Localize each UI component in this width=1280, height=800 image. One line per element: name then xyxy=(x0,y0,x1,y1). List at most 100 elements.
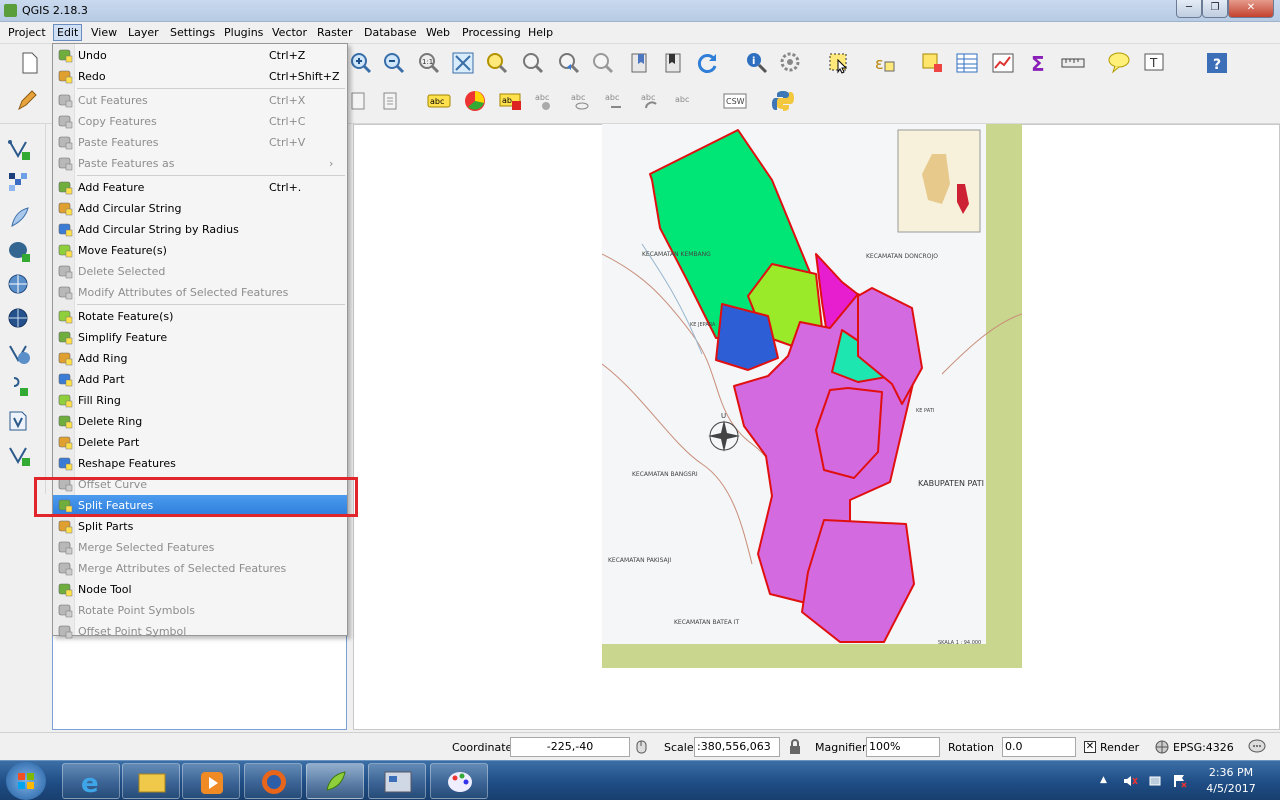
menu-plugins[interactable]: Plugins xyxy=(220,26,267,39)
new-project-icon[interactable] xyxy=(16,50,42,76)
add-vector-layer-icon[interactable] xyxy=(6,136,32,162)
crs-label[interactable]: EPSG:4326 xyxy=(1173,741,1234,754)
taskbar-media-icon[interactable] xyxy=(182,763,240,799)
add-wms-icon[interactable] xyxy=(6,272,32,298)
help-icon[interactable]: ? xyxy=(1204,50,1230,76)
tray-arrow-icon[interactable]: ▲ xyxy=(1100,775,1107,785)
copy-style-icon[interactable] xyxy=(346,88,372,114)
text-annotation-icon[interactable]: T xyxy=(1142,50,1168,76)
menu-vector[interactable]: Vector xyxy=(268,26,311,39)
csw-icon[interactable]: CSW xyxy=(722,88,748,114)
menu-item-node-tool[interactable]: Node Tool xyxy=(53,579,347,599)
statistics-icon[interactable] xyxy=(990,50,1016,76)
menu-item-undo[interactable]: Undo Ctrl+Z xyxy=(53,45,347,65)
select-expression-icon[interactable]: ε xyxy=(872,50,898,76)
action-icon[interactable] xyxy=(778,50,804,76)
menu-item-modify-attributes-of-selected-features[interactable]: Modify Attributes of Selected Features xyxy=(53,282,347,302)
taskbar-qgis-icon[interactable] xyxy=(306,763,364,799)
change-label-icon[interactable]: abc xyxy=(672,88,698,114)
menu-database[interactable]: Database xyxy=(360,26,421,39)
menu-raster[interactable]: Raster xyxy=(313,26,356,39)
menu-view[interactable]: View xyxy=(87,26,121,39)
menu-item-reshape-features[interactable]: Reshape Features xyxy=(53,453,347,473)
menu-item-merge-selected-features[interactable]: Merge Selected Features xyxy=(53,537,347,557)
menu-settings[interactable]: Settings xyxy=(166,26,219,39)
zoom-out-icon[interactable] xyxy=(381,50,407,76)
zoom-layer-icon[interactable] xyxy=(520,50,546,76)
menu-item-rotate-feature-s[interactable]: Rotate Feature(s) xyxy=(53,306,347,326)
zoom-actual-icon[interactable]: 1:1 xyxy=(416,50,442,76)
crs-icon[interactable] xyxy=(1154,739,1170,755)
scale-field[interactable]: :380,556,063 xyxy=(694,737,780,757)
menu-item-delete-part[interactable]: Delete Part xyxy=(53,432,347,452)
attribute-table-icon[interactable] xyxy=(954,50,980,76)
menu-item-paste-features-as[interactable]: Paste Features as › xyxy=(53,153,347,173)
add-spatialite-icon[interactable] xyxy=(6,204,32,230)
measure-icon[interactable] xyxy=(1060,50,1086,76)
menu-edit[interactable]: Edit xyxy=(53,24,83,41)
menu-item-redo[interactable]: Redo Ctrl+Shift+Z xyxy=(53,66,347,86)
add-raster-layer-icon[interactable] xyxy=(6,170,32,196)
zoom-full-icon[interactable] xyxy=(450,50,476,76)
volume-icon[interactable] xyxy=(1122,773,1138,789)
add-postgis-icon[interactable] xyxy=(6,238,32,264)
label-tool-icon[interactable]: abc xyxy=(426,88,452,114)
taskbar-ie-icon[interactable]: e xyxy=(62,763,120,799)
taskbar-app-icon[interactable] xyxy=(368,763,426,799)
menu-item-add-circular-string[interactable]: Add Circular String xyxy=(53,198,347,218)
add-delimited-text-icon[interactable] xyxy=(6,374,32,400)
taskbar-paint-icon[interactable] xyxy=(430,763,488,799)
minimize-button[interactable]: ─ xyxy=(1176,0,1202,18)
menu-project[interactable]: Project xyxy=(4,26,50,39)
menu-processing[interactable]: Processing xyxy=(458,26,525,39)
menu-web[interactable]: Web xyxy=(422,26,454,39)
menu-help[interactable]: Help xyxy=(524,26,557,39)
layers-panel[interactable] xyxy=(52,634,347,730)
python-console-icon[interactable] xyxy=(770,88,796,114)
menu-item-add-part[interactable]: Add Part xyxy=(53,369,347,389)
add-virtual-layer-icon[interactable] xyxy=(6,442,32,468)
refresh-icon[interactable] xyxy=(694,50,720,76)
zoom-selection-icon[interactable] xyxy=(484,50,510,76)
menu-item-split-parts[interactable]: Split Parts xyxy=(53,516,347,536)
deselect-icon[interactable] xyxy=(920,50,946,76)
paste-style-icon[interactable] xyxy=(378,88,404,114)
sum-icon[interactable]: Σ xyxy=(1026,50,1052,76)
mouse-icon[interactable] xyxy=(634,739,650,755)
menu-item-delete-selected[interactable]: Delete Selected xyxy=(53,261,347,281)
clock[interactable]: 2:36 PM 4/5/2017 xyxy=(1196,765,1266,797)
menu-item-paste-features[interactable]: Paste Features Ctrl+V xyxy=(53,132,347,152)
action-center-icon[interactable] xyxy=(1172,773,1188,789)
show-hide-labels-icon[interactable]: abc xyxy=(568,88,594,114)
network-icon[interactable] xyxy=(1148,773,1164,789)
zoom-in-icon[interactable] xyxy=(348,50,374,76)
menu-item-copy-features[interactable]: Copy Features Ctrl+C xyxy=(53,111,347,131)
add-wfs-icon[interactable] xyxy=(6,340,32,366)
menu-item-cut-features[interactable]: Cut Features Ctrl+X xyxy=(53,90,347,110)
menu-item-add-feature[interactable]: Add Feature Ctrl+. xyxy=(53,177,347,197)
zoom-last-icon[interactable] xyxy=(556,50,582,76)
render-checkbox[interactable]: ✕ xyxy=(1084,741,1096,753)
layer-diagram-icon[interactable] xyxy=(462,88,488,114)
rotate-label-icon[interactable]: abc xyxy=(638,88,664,114)
move-label-icon[interactable]: abc xyxy=(602,88,628,114)
toggle-editing-icon[interactable] xyxy=(14,88,40,114)
menu-item-delete-ring[interactable]: Delete Ring xyxy=(53,411,347,431)
menu-item-move-feature-s[interactable]: Move Feature(s) xyxy=(53,240,347,260)
messages-icon[interactable] xyxy=(1248,739,1266,755)
rotation-field[interactable]: 0.0 xyxy=(1002,737,1076,757)
menu-item-add-circular-string-by-radius[interactable]: Add Circular String by Radius xyxy=(53,219,347,239)
close-button[interactable]: ✕ xyxy=(1228,0,1274,18)
select-features-icon[interactable] xyxy=(826,50,852,76)
show-bookmarks-icon[interactable] xyxy=(660,50,686,76)
taskbar-explorer-icon[interactable] xyxy=(122,763,180,799)
add-wcs-icon[interactable] xyxy=(6,306,32,332)
lock-icon[interactable] xyxy=(788,739,802,755)
menu-item-simplify-feature[interactable]: Simplify Feature xyxy=(53,327,347,347)
new-shapefile-icon[interactable] xyxy=(6,408,32,434)
menu-item-add-ring[interactable]: Add Ring xyxy=(53,348,347,368)
start-button[interactable] xyxy=(6,762,46,800)
pin-labels-icon[interactable]: abc xyxy=(532,88,558,114)
menu-item-merge-attributes-of-selected-features[interactable]: Merge Attributes of Selected Features xyxy=(53,558,347,578)
magnifier-field[interactable]: 100% xyxy=(866,737,940,757)
